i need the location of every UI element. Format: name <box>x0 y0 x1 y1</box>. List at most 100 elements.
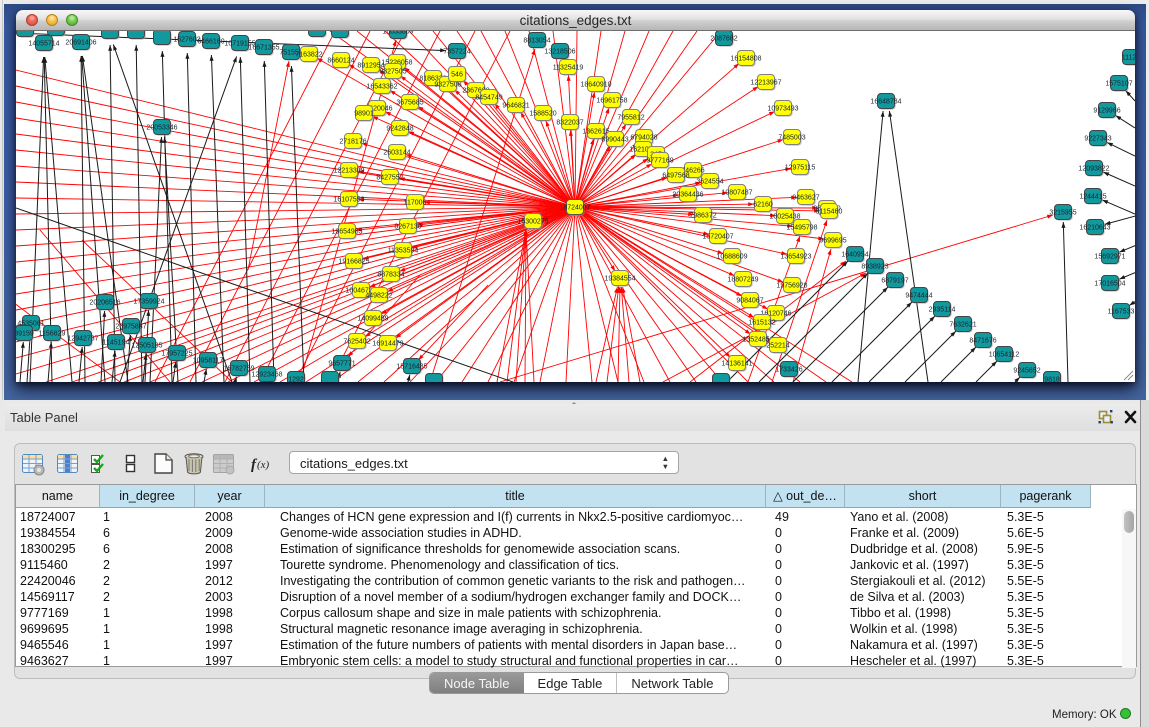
svg-text:16033809: 16033809 <box>382 31 413 36</box>
svg-text:9129966: 9129966 <box>1093 108 1120 115</box>
svg-text:14055714: 14055714 <box>28 41 59 48</box>
svg-text:18807249: 18807249 <box>727 277 758 284</box>
svg-text:1733426: 1733426 <box>775 367 802 374</box>
svg-text:20053346: 20053346 <box>146 125 177 132</box>
svg-text:98901: 98901 <box>354 111 374 118</box>
svg-text:10973493: 10973493 <box>767 106 798 113</box>
svg-text:(x): (x) <box>257 459 270 471</box>
svg-text:16543362: 16543362 <box>366 84 397 91</box>
svg-text:9242848: 9242848 <box>386 126 413 133</box>
svg-text:20364436: 20364436 <box>672 192 703 199</box>
svg-text:7485003: 7485003 <box>778 135 805 142</box>
svg-text:9463627: 9463627 <box>792 195 819 202</box>
svg-text:9777169: 9777169 <box>646 158 673 165</box>
svg-text:17016504: 17016504 <box>1094 281 1125 288</box>
svg-text:12213967: 12213967 <box>750 80 781 87</box>
svg-text:9245652: 9245652 <box>1013 368 1040 375</box>
svg-text:15716485: 15716485 <box>396 364 427 371</box>
svg-text:8938923: 8938923 <box>861 264 888 271</box>
svg-text:16648784: 16648784 <box>870 99 901 106</box>
svg-text:8471676: 8471676 <box>969 338 996 345</box>
svg-text:7357224: 7357224 <box>443 49 470 56</box>
svg-text:16782759: 16782759 <box>223 366 254 373</box>
svg-text:14099489: 14099489 <box>357 316 388 323</box>
svg-text:2603144: 2603144 <box>383 150 410 157</box>
svg-text:16107553: 16107553 <box>333 197 364 204</box>
svg-text:7163822: 7163822 <box>295 52 322 59</box>
svg-text:6794028: 6794028 <box>630 135 657 142</box>
svg-text:8660124: 8660124 <box>327 58 354 65</box>
svg-text:16210643: 16210643 <box>1079 225 1110 232</box>
svg-text:9818: 9818 <box>1044 377 1060 383</box>
svg-text:16154808: 16154808 <box>730 56 761 63</box>
svg-text:18724007: 18724007 <box>559 205 590 212</box>
svg-text:16961758: 16961758 <box>596 98 627 105</box>
svg-text:546: 546 <box>451 72 463 79</box>
svg-text:9657771: 9657771 <box>328 361 355 368</box>
svg-text:9227343: 9227343 <box>1084 136 1111 143</box>
svg-text:1292: 1292 <box>288 377 304 383</box>
svg-text:9646821: 9646821 <box>502 103 529 110</box>
svg-text:7632621: 7632621 <box>949 322 976 329</box>
svg-text:11325419: 11325419 <box>553 65 584 72</box>
svg-text:14136141: 14136141 <box>721 361 752 368</box>
svg-text:12093822: 12093822 <box>1078 166 1109 173</box>
svg-text:3675685: 3675685 <box>396 100 423 107</box>
svg-text:2718176: 2718176 <box>339 139 366 146</box>
svg-text:15495798: 15495798 <box>786 225 817 232</box>
svg-text:1167533: 1167533 <box>1108 309 1135 316</box>
svg-text:20206516: 20206516 <box>89 300 120 307</box>
svg-text:9474444: 9474444 <box>905 293 932 300</box>
svg-text:12942737: 12942737 <box>67 336 98 343</box>
svg-text:7986372: 7986372 <box>689 213 716 220</box>
svg-text:9084067: 9084067 <box>736 298 763 305</box>
svg-text:17359924: 17359924 <box>133 299 164 306</box>
svg-text:8322037: 8322037 <box>556 120 583 127</box>
svg-text:2087682: 2087682 <box>710 36 737 43</box>
svg-text:1640954: 1640954 <box>841 252 868 259</box>
svg-text:1588520: 1588520 <box>529 111 556 118</box>
svg-text:12505185: 12505185 <box>131 343 162 350</box>
svg-text:8878334: 8878334 <box>377 272 404 279</box>
svg-text:15300275: 15300275 <box>517 219 548 226</box>
svg-text:15692971: 15692971 <box>1094 254 1125 261</box>
svg-text:3624554: 3624554 <box>696 179 723 186</box>
svg-text:13218506: 13218506 <box>544 49 575 56</box>
svg-text:1362615: 1362615 <box>582 129 609 136</box>
svg-text:39159: 39159 <box>16 331 34 338</box>
svg-text:19756928: 19756928 <box>776 283 807 290</box>
svg-text:1575107: 1575107 <box>1105 81 1132 88</box>
svg-text:10654112: 10654112 <box>989 352 1020 359</box>
svg-text:12923468: 12923468 <box>251 372 282 379</box>
svg-text:10807487: 10807487 <box>721 190 752 197</box>
svg-text:13654923: 13654923 <box>780 254 811 261</box>
svg-text:1615132: 1615132 <box>748 320 775 327</box>
svg-text:20975887: 20975887 <box>115 324 146 331</box>
svg-text:62160: 62160 <box>753 202 773 209</box>
svg-text:12975115: 12975115 <box>785 165 816 172</box>
svg-text:252214: 252214 <box>766 343 789 350</box>
svg-text:16671355: 16671355 <box>248 45 279 52</box>
svg-text:19384554: 19384554 <box>604 276 635 283</box>
svg-text:9115460: 9115460 <box>816 209 843 216</box>
svg-text:19654985: 19654985 <box>331 229 362 236</box>
svg-text:6497568: 6497568 <box>662 173 689 180</box>
svg-text:8813054: 8813054 <box>523 38 550 45</box>
svg-text:1244415: 1244415 <box>1079 194 1106 201</box>
svg-text:15720407: 15720407 <box>702 234 733 241</box>
svg-text:9699695: 9699695 <box>819 238 846 245</box>
svg-text:19166825: 19166825 <box>338 259 369 266</box>
svg-text:3215955: 3215955 <box>1049 210 1076 217</box>
svg-text:4498222: 4498222 <box>365 293 392 300</box>
svg-text:20691406: 20691406 <box>65 40 96 47</box>
svg-text:11125: 11125 <box>1122 55 1135 62</box>
svg-text:8454749: 8454749 <box>475 95 502 102</box>
svg-text:7625402: 7625402 <box>343 339 370 346</box>
svg-text:16914479: 16914479 <box>372 341 403 348</box>
svg-text:117006: 117006 <box>404 200 427 207</box>
svg-text:1156829: 1156829 <box>39 331 66 338</box>
svg-text:8990443: 8990443 <box>601 137 628 144</box>
svg-text:11353594: 11353594 <box>388 248 419 255</box>
svg-text:8427552: 8427552 <box>376 175 403 182</box>
svg-text:6879197: 6879197 <box>881 278 908 285</box>
